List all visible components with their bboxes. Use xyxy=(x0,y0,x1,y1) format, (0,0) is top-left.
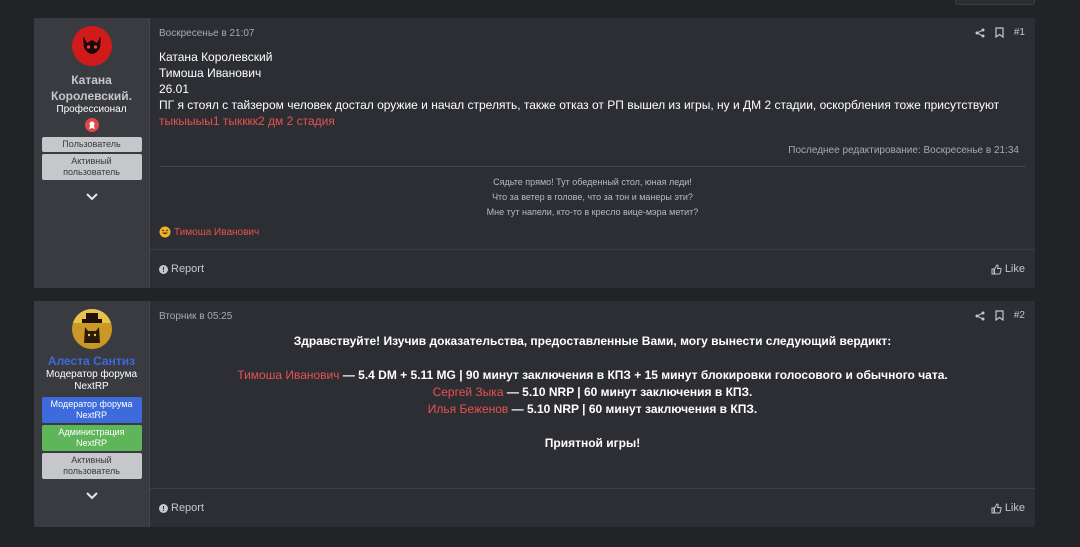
verdict-text: — 5.10 NRP | 60 минут заключения в КПЗ. xyxy=(503,385,753,399)
award-badge-icon[interactable] xyxy=(84,118,99,132)
verdict-line: Тимоша Иванович — 5.4 DM + 5.11 MG | 90 … xyxy=(150,367,1035,384)
like-label: Like xyxy=(1004,502,1025,514)
content-line-red: тыкыыыы1 тыкккк2 дм 2 стадия xyxy=(159,114,335,128)
post-actions: #2 xyxy=(975,310,1025,321)
post: Алеста Сантиз Модератор форума NextRP Мо… xyxy=(34,301,1035,527)
like-icon xyxy=(991,502,1002,513)
verdict-text: — 5.4 DM + 5.11 MG | 90 минут заключения… xyxy=(339,368,948,382)
post-main: Вторник в 05:25 #2 Здравствуйте! Изучив … xyxy=(150,301,1035,527)
user-banner: Активный пользователь xyxy=(41,453,142,479)
content-line: 26.01 xyxy=(159,82,190,96)
avatar[interactable] xyxy=(71,309,112,349)
report-icon xyxy=(159,503,168,513)
avatar[interactable] xyxy=(71,26,112,66)
user-sidebar: Катана Королевский. Профессионал Пользов… xyxy=(34,18,150,288)
offender-name[interactable]: Тимоша Иванович xyxy=(237,368,339,382)
post-number[interactable]: #2 xyxy=(1014,310,1025,321)
share-icon[interactable] xyxy=(975,28,985,38)
user-sidebar: Алеста Сантиз Модератор форума NextRP Мо… xyxy=(34,301,150,527)
username[interactable]: Катана Королевский. xyxy=(34,72,149,104)
cat-avatar xyxy=(71,309,112,349)
user-title: Модератор форума NextRP xyxy=(45,369,137,392)
post-footer: Report Like xyxy=(150,249,1035,288)
post-main: Воскресенье в 21:07 #1 Катана Королевски… xyxy=(150,18,1035,288)
content-line: ПГ я стоял с тайзером человек достал ору… xyxy=(159,98,1000,112)
user-title: Профессионал xyxy=(56,104,127,115)
bookmark-icon[interactable] xyxy=(995,310,1004,321)
verdict-text: — 5.10 NRP | 60 минут заключения в КПЗ. xyxy=(508,402,758,416)
last-edited: Последнее редактирование: Воскресенье в … xyxy=(788,145,1019,156)
reaction-user[interactable]: Тимоша Иванович xyxy=(174,227,259,238)
post-number[interactable]: #1 xyxy=(1014,27,1025,38)
like-button[interactable]: Like xyxy=(991,263,1025,275)
signature-line: Мне тут напели, кто-то в кресло вице-мэр… xyxy=(486,207,699,217)
chevron-down-icon[interactable] xyxy=(85,188,98,206)
verdict-line: Сергей Зыка — 5.10 NRP | 60 минут заключ… xyxy=(150,384,1035,401)
signature-divider xyxy=(159,166,1026,167)
share-icon[interactable] xyxy=(975,311,985,321)
user-banner: Активный пользователь xyxy=(41,154,142,180)
reactions[interactable]: Тимоша Иванович xyxy=(159,226,259,238)
username[interactable]: Алеста Сантиз xyxy=(48,353,135,369)
report-label: Report xyxy=(171,502,205,514)
devil-avatar xyxy=(71,26,112,66)
top-button[interactable] xyxy=(955,0,1035,5)
closing: Приятной игры! xyxy=(544,436,641,450)
post-content: Катана Королевский Тимоша Иванович 26.01… xyxy=(159,49,1023,129)
bookmark-icon[interactable] xyxy=(995,27,1004,38)
post-date[interactable]: Вторник в 05:25 xyxy=(159,311,232,322)
laugh-reaction-icon xyxy=(159,226,171,238)
user-banner: Модератор форума NextRP xyxy=(41,397,142,423)
like-button[interactable]: Like xyxy=(991,502,1025,514)
post-footer: Report Like xyxy=(150,488,1035,527)
signature-line: Что за ветер в голове, что за тон и мане… xyxy=(492,192,693,202)
signature-line: Сядьте прямо! Тут обеденный стол, юная л… xyxy=(493,177,692,187)
post: Катана Королевский. Профессионал Пользов… xyxy=(34,18,1035,288)
content-line: Тимоша Иванович xyxy=(159,66,262,80)
signature: Сядьте прямо! Тут обеденный стол, юная л… xyxy=(150,175,1035,220)
content-line: Катана Королевский xyxy=(159,50,273,64)
like-icon xyxy=(991,263,1002,274)
chevron-down-icon[interactable] xyxy=(85,487,98,505)
verdict-line: Илья Беженов — 5.10 NRP | 60 минут заклю… xyxy=(150,401,1035,418)
post-date[interactable]: Воскресенье в 21:07 xyxy=(159,28,254,39)
post-actions: #1 xyxy=(975,27,1025,38)
greeting: Здравствуйте! Изучив доказательства, пре… xyxy=(293,334,892,348)
report-icon xyxy=(159,264,168,274)
offender-name[interactable]: Сергей Зыка xyxy=(433,385,504,399)
report-button[interactable]: Report xyxy=(159,263,204,275)
verdict-content: Здравствуйте! Изучив доказательства, пре… xyxy=(150,333,1035,452)
user-banner: Администрация NextRP xyxy=(41,425,142,451)
report-button[interactable]: Report xyxy=(159,502,204,514)
user-banner: Пользователь xyxy=(41,137,142,152)
report-label: Report xyxy=(171,263,205,275)
like-label: Like xyxy=(1004,263,1025,275)
offender-name[interactable]: Илья Беженов xyxy=(428,402,509,416)
